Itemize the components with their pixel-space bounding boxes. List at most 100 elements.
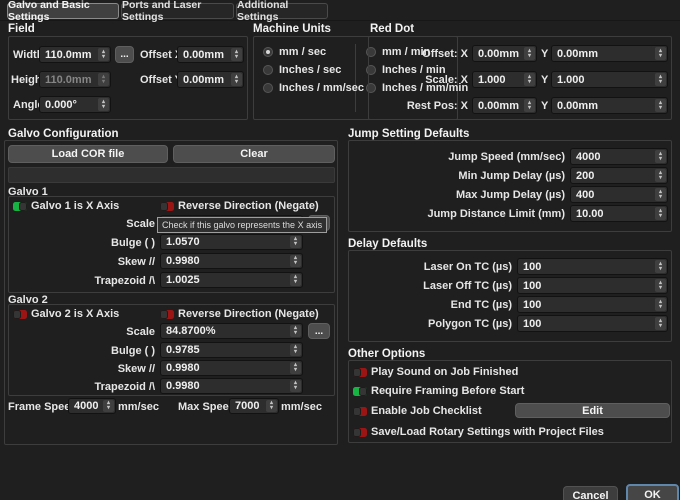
jump-speed-label: Jump Speed (mm/sec) xyxy=(360,151,565,163)
ok-button[interactable]: OK xyxy=(626,484,679,500)
spinner-icon[interactable] xyxy=(290,325,301,337)
tab-galvo-basic-settings[interactable]: Galvo and Basic Settings xyxy=(7,3,119,19)
require-framing-toggle[interactable] xyxy=(353,387,367,396)
angle-field[interactable]: 0.000° xyxy=(39,96,111,113)
spinner-icon[interactable] xyxy=(655,169,666,182)
spinner-icon[interactable] xyxy=(290,344,301,356)
field-section-title: Field xyxy=(8,23,35,35)
width-field[interactable]: 110.0mm xyxy=(39,46,111,63)
spinner-icon[interactable] xyxy=(103,400,114,412)
spinner-icon[interactable] xyxy=(655,260,666,273)
galvo1-axis-tooltip: Check if this galvo represents the X axi… xyxy=(157,217,327,233)
spinner-icon[interactable] xyxy=(98,98,109,111)
offset-x-field[interactable]: 0.00mm xyxy=(177,46,244,63)
spinner-icon[interactable] xyxy=(290,362,301,374)
spinner-icon[interactable] xyxy=(655,298,666,311)
enable-job-checklist-label: Enable Job Checklist xyxy=(371,405,482,417)
reddot-offset-y-field[interactable]: 0.00mm xyxy=(551,45,668,62)
galvo2-trapezoid-field[interactable]: 0.9980 xyxy=(160,378,303,394)
edit-checklist-button[interactable]: Edit xyxy=(515,403,670,418)
spinner-icon[interactable] xyxy=(655,317,666,330)
spinner-icon[interactable] xyxy=(655,73,666,86)
polygon-tc-label: Polygon TC (µs) xyxy=(360,318,512,330)
spinner-icon[interactable] xyxy=(655,150,666,163)
spinner-icon[interactable] xyxy=(524,99,535,112)
spinner-icon[interactable] xyxy=(290,274,301,286)
spinner-icon[interactable] xyxy=(290,255,301,267)
galvo2-scale-label: Scale xyxy=(60,326,155,338)
tab-ports-laser-settings[interactable]: Ports and Laser Settings xyxy=(121,3,234,19)
max-jump-delay-field[interactable]: 400 xyxy=(570,186,668,203)
play-sound-label: Play Sound on Job Finished xyxy=(371,366,518,378)
spinner-icon[interactable] xyxy=(655,188,666,201)
spinner-icon[interactable] xyxy=(231,48,242,61)
frame-speed-label: Frame Speed xyxy=(8,401,77,413)
galvo2-bulge-field[interactable]: 0.9785 xyxy=(160,342,303,358)
galvo2-axis-toggle-label: Galvo 2 is X Axis xyxy=(31,308,119,320)
require-framing-label: Require Framing Before Start xyxy=(371,385,524,397)
laser-on-tc-field[interactable]: 100 xyxy=(517,258,668,275)
reddot-offset-x-field[interactable]: 0.00mm xyxy=(472,45,537,62)
galvo1-axis-toggle[interactable] xyxy=(13,202,27,211)
spinner-icon[interactable] xyxy=(231,73,242,86)
field-browse-button[interactable]: ... xyxy=(115,46,134,63)
jump-distance-limit-field[interactable]: 10.00 xyxy=(570,205,668,222)
max-speed-field[interactable]: 7000 xyxy=(229,398,279,414)
cor-file-field[interactable] xyxy=(8,167,335,183)
reddot-scale-x-field[interactable]: 1.000 xyxy=(472,71,537,88)
galvo2-browse-button[interactable]: ... xyxy=(308,323,330,339)
tab-additional-settings[interactable]: Additional Settings xyxy=(236,3,328,19)
reddot-scale-y-field[interactable]: 1.000 xyxy=(551,71,668,88)
galvo1-reverse-toggle[interactable] xyxy=(160,202,174,211)
spinner-icon[interactable] xyxy=(524,73,535,86)
end-tc-field[interactable]: 100 xyxy=(517,296,668,313)
min-jump-delay-label: Min Jump Delay (µs) xyxy=(360,170,565,182)
galvo2-scale-field[interactable]: 84.8700% xyxy=(160,323,303,339)
polygon-tc-field[interactable]: 100 xyxy=(517,315,668,332)
max-speed-label: Max Speed xyxy=(178,401,235,413)
reddot-restpos-x-field[interactable]: 0.00mm xyxy=(472,97,537,114)
galvo1-scale-label: Scale xyxy=(60,218,155,230)
clear-cor-button[interactable]: Clear xyxy=(173,145,335,163)
galvo2-reverse-toggle-label: Reverse Direction (Negate) xyxy=(178,308,319,320)
spinner-icon xyxy=(98,73,109,86)
cancel-button[interactable]: Cancel xyxy=(563,486,618,500)
spinner-icon[interactable] xyxy=(655,279,666,292)
galvo2-bulge-label: Bulge ( ) xyxy=(60,345,155,357)
spinner-icon[interactable] xyxy=(290,236,301,248)
load-cor-file-button[interactable]: Load COR file xyxy=(8,145,168,163)
galvo1-skew-field[interactable]: 0.9980 xyxy=(160,253,303,269)
galvo1-bulge-field[interactable]: 1.0570 xyxy=(160,234,303,250)
reddot-restpos-y-field[interactable]: 0.00mm xyxy=(551,97,668,114)
machine-units-section-title: Machine Units xyxy=(253,23,331,35)
spinner-icon[interactable] xyxy=(524,47,535,60)
spinner-icon[interactable] xyxy=(266,400,277,412)
spinner-icon[interactable] xyxy=(655,99,666,112)
other-options-section-title: Other Options xyxy=(348,348,425,360)
play-sound-toggle[interactable] xyxy=(353,368,367,377)
jump-speed-field[interactable]: 4000 xyxy=(570,148,668,165)
galvo1-reverse-toggle-label: Reverse Direction (Negate) xyxy=(178,200,319,212)
galvo2-axis-toggle[interactable] xyxy=(13,310,27,319)
reddot-scale-label: Scale: X xyxy=(372,74,468,86)
galvo1-trapezoid-field[interactable]: 1.0025 xyxy=(160,272,303,288)
frame-speed-field[interactable]: 4000 xyxy=(68,398,116,414)
offset-y-field[interactable]: 0.00mm xyxy=(177,71,244,88)
rotary-settings-toggle[interactable] xyxy=(353,428,367,437)
enable-job-checklist-toggle[interactable] xyxy=(353,407,367,416)
spinner-icon[interactable] xyxy=(655,47,666,60)
frame-speed-unit: mm/sec xyxy=(118,401,159,413)
delay-defaults-section-title: Delay Defaults xyxy=(348,238,427,250)
spinner-icon[interactable] xyxy=(290,380,301,392)
radio-mm-sec[interactable] xyxy=(263,47,273,57)
galvo2-skew-field[interactable]: 0.9980 xyxy=(160,360,303,376)
device-settings-dialog: Galvo and Basic Settings Ports and Laser… xyxy=(0,0,680,500)
reddot-offset-label: Offset: X xyxy=(372,48,468,60)
radio-inches-mm-sec[interactable] xyxy=(263,83,273,93)
spinner-icon[interactable] xyxy=(655,207,666,220)
radio-inches-sec[interactable] xyxy=(263,65,273,75)
galvo2-reverse-toggle[interactable] xyxy=(160,310,174,319)
spinner-icon[interactable] xyxy=(98,48,109,61)
min-jump-delay-field[interactable]: 200 xyxy=(570,167,668,184)
laser-off-tc-field[interactable]: 100 xyxy=(517,277,668,294)
